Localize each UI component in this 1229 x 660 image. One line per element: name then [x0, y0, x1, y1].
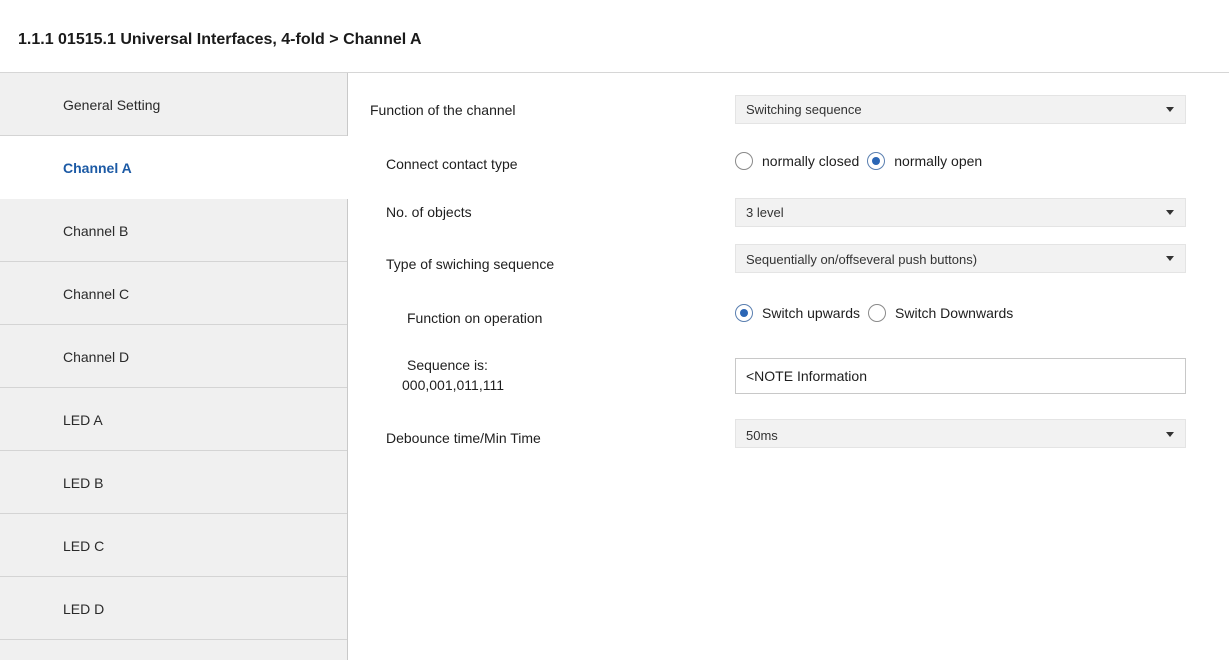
sidebar-item-led-a[interactable]: LED A	[0, 388, 347, 451]
radio-normally-open[interactable]: normally open	[867, 152, 982, 170]
function-on-operation-radio-group: Switch upwards Switch Downwards	[735, 302, 1021, 324]
sidebar-item-led-d[interactable]: LED D	[0, 577, 347, 640]
sidebar-item-general-setting[interactable]: General Setting	[0, 73, 347, 136]
sidebar-item-channel-a[interactable]: Channel A	[0, 136, 348, 199]
sidebar-item-label: LED D	[63, 601, 105, 617]
radio-normally-closed-label: normally closed	[762, 153, 860, 169]
chevron-down-icon	[1166, 210, 1174, 215]
radio-normally-open-label: normally open	[894, 153, 983, 169]
sidebar-item-channel-b[interactable]: Channel B	[0, 199, 347, 262]
no-of-objects-select[interactable]: 3 level	[735, 198, 1186, 227]
sidebar-item-label: Channel C	[63, 286, 130, 302]
function-of-channel-select[interactable]: Switching sequence	[735, 95, 1186, 124]
function-of-channel-label: Function of the channel	[370, 102, 516, 118]
function-of-channel-value: Switching sequence	[746, 102, 862, 117]
sidebar-item-label: LED A	[63, 412, 103, 428]
function-on-operation-label: Function on operation	[407, 310, 543, 326]
sidebar-item-label: Channel D	[63, 349, 130, 365]
type-of-switching-sequence-value: Sequentially on/offseveral push buttons)	[746, 252, 978, 267]
radio-switch-upwards[interactable]: Switch upwards	[735, 304, 860, 322]
chevron-down-icon	[1166, 256, 1174, 261]
radio-unchecked-icon	[868, 304, 887, 322]
sidebar-item-label: General Setting	[63, 97, 161, 113]
radio-switch-downwards-label: Switch Downwards	[895, 305, 1014, 321]
chevron-down-icon	[1166, 107, 1174, 112]
sequence-info-field[interactable]: <NOTE Information	[735, 358, 1186, 394]
sequence-info-value: <NOTE Information	[746, 368, 867, 384]
sidebar-item-led-b[interactable]: LED B	[0, 451, 347, 514]
sequence-label-line1: Sequence is:	[407, 357, 488, 373]
no-of-objects-label: No. of objects	[386, 204, 472, 220]
radio-unchecked-icon	[735, 152, 753, 170]
debounce-time-select[interactable]: 50ms	[735, 419, 1186, 448]
sequence-label-line2: 000,001,011,111	[402, 377, 504, 393]
page-title: 1.1.1 01515.1 Universal Interfaces, 4-fo…	[18, 31, 422, 48]
type-of-switching-sequence-label: Type of swiching sequence	[386, 256, 555, 272]
debounce-time-label: Debounce time/Min Time	[386, 430, 541, 446]
sidebar-item-led-c[interactable]: LED C	[0, 514, 347, 577]
type-of-switching-sequence-select[interactable]: Sequentially on/offseveral push buttons)	[735, 244, 1186, 273]
sidebar-item-label: Channel A	[63, 160, 132, 176]
chevron-down-icon	[1166, 432, 1174, 437]
no-of-objects-value: 3 level	[746, 205, 784, 220]
sidebar: General Setting Channel A Channel B Chan…	[0, 73, 348, 660]
sidebar-item-label: LED B	[63, 475, 104, 491]
radio-switch-downwards[interactable]: Switch Downwards	[868, 304, 1013, 322]
radio-normally-closed[interactable]: normally closed	[735, 152, 859, 170]
sidebar-item-label: Channel B	[63, 223, 129, 239]
title-bar: 1.1.1 01515.1 Universal Interfaces, 4-fo…	[0, 0, 1229, 73]
radio-checked-icon	[867, 152, 886, 170]
sidebar-item-channel-c[interactable]: Channel C	[0, 262, 347, 325]
debounce-time-value: 50ms	[746, 428, 778, 443]
connect-contact-type-label: Connect contact type	[386, 156, 518, 172]
sidebar-item-label: LED C	[63, 538, 105, 554]
sidebar-item-channel-d[interactable]: Channel D	[0, 325, 347, 388]
radio-switch-upwards-label: Switch upwards	[762, 305, 861, 321]
radio-checked-icon	[735, 304, 753, 322]
connect-contact-type-radio-group: normally closed normally open	[735, 150, 990, 172]
